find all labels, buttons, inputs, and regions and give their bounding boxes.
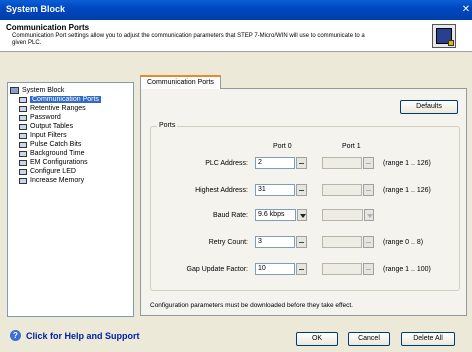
retry-count-label: Retry Count: bbox=[208, 239, 248, 246]
tree-item-communication-ports[interactable]: Communication Ports bbox=[19, 95, 131, 104]
help-icon: ? bbox=[10, 330, 21, 341]
port1-gap-update-factor-spinner bbox=[363, 263, 374, 275]
port1-baud-rate-dropdown-icon bbox=[364, 209, 374, 221]
tree-item-label: Output Tables bbox=[30, 123, 74, 130]
port1-retry-count-input bbox=[322, 236, 362, 248]
tree-item-label: Password bbox=[30, 114, 61, 121]
ok-button[interactable]: OK bbox=[296, 332, 338, 346]
port1-plc-address-spinner bbox=[363, 157, 374, 169]
port0-baud-rate-select[interactable]: 9.6 kbps bbox=[255, 209, 296, 221]
port0-baud-rate-dropdown-icon[interactable] bbox=[297, 209, 307, 221]
tree-item-label: Retentive Ranges bbox=[30, 105, 86, 112]
tree-root[interactable]: System Block bbox=[10, 86, 131, 95]
tree-item-configure-led[interactable]: Configure LED bbox=[19, 167, 131, 176]
footer: ? Click for Help and Support OK Cancel D… bbox=[0, 321, 472, 352]
window-title: System Block bbox=[6, 4, 66, 14]
delete-all-button[interactable]: Delete All bbox=[401, 332, 455, 346]
folder-icon bbox=[19, 159, 27, 166]
port1-retry-count-spinner bbox=[363, 236, 374, 248]
gap-update-factor-label: Gap Update Factor: bbox=[186, 266, 248, 273]
tree-item-label: Background Time bbox=[30, 150, 85, 157]
port0-plc-address-spinner[interactable] bbox=[296, 157, 307, 169]
folder-icon bbox=[19, 141, 27, 148]
folder-icon bbox=[19, 177, 27, 184]
tree-item-pulse-catch-bits[interactable]: Pulse Catch Bits bbox=[19, 140, 131, 149]
folder-icon bbox=[19, 132, 27, 139]
folder-icon bbox=[19, 123, 27, 130]
header-description: Communication Port settings allow you to… bbox=[12, 33, 365, 46]
tree-item-output-tables[interactable]: Output Tables bbox=[19, 122, 131, 131]
plc-module-icon bbox=[432, 24, 456, 48]
defaults-button[interactable]: Defaults bbox=[400, 100, 458, 114]
port0-header: Port 0 bbox=[273, 143, 292, 150]
highest-address-label: Highest Address: bbox=[195, 187, 248, 194]
system-block-icon bbox=[10, 87, 19, 94]
folder-icon bbox=[19, 150, 27, 157]
help-link[interactable]: ? Click for Help and Support bbox=[10, 330, 140, 341]
tree-item-label: Increase Memory bbox=[30, 177, 85, 184]
tree-item-retentive-ranges[interactable]: Retentive Ranges bbox=[19, 104, 131, 113]
tree-item-increase-memory[interactable]: Increase Memory bbox=[19, 176, 131, 185]
baud-rate-label: Baud Rate: bbox=[212, 212, 248, 219]
port0-gap-update-factor-spinner[interactable] bbox=[296, 263, 307, 275]
dialog-header: Communication Ports Communication Port s… bbox=[0, 20, 472, 52]
port1-baud-rate-select bbox=[322, 209, 363, 221]
port1-plc-address-input bbox=[322, 157, 362, 169]
header-title: Communication Ports bbox=[6, 23, 90, 32]
tree-item-password[interactable]: Password bbox=[19, 113, 131, 122]
port1-header: Port 1 bbox=[342, 143, 361, 150]
port1-highest-address-spinner bbox=[363, 184, 374, 196]
port0-plc-address-input[interactable]: 2 bbox=[255, 157, 295, 169]
tree-item-label: Configure LED bbox=[30, 168, 76, 175]
plc-address-range: (range 1 .. 126) bbox=[383, 160, 431, 167]
folder-icon bbox=[19, 168, 27, 175]
tree-item-label: EM Configurations bbox=[30, 159, 88, 166]
port0-highest-address-input[interactable]: 31 bbox=[255, 184, 295, 196]
cancel-button[interactable]: Cancel bbox=[348, 332, 390, 346]
plc-address-label: PLC Address: bbox=[205, 160, 248, 167]
tree-item-label: Communication Ports bbox=[30, 96, 101, 103]
folder-icon bbox=[19, 105, 27, 112]
port1-highest-address-input bbox=[322, 184, 362, 196]
highest-address-range: (range 1 .. 126) bbox=[383, 187, 431, 194]
tree-item-em-configurations[interactable]: EM Configurations bbox=[19, 158, 131, 167]
tree-item-label: Pulse Catch Bits bbox=[30, 141, 82, 148]
title-bar: System Block ✕ bbox=[0, 0, 472, 20]
tree-item-background-time[interactable]: Background Time bbox=[19, 149, 131, 158]
port1-gap-update-factor-input bbox=[322, 263, 362, 275]
tab-communication-ports[interactable]: Communication Ports bbox=[140, 75, 221, 89]
port0-retry-count-spinner[interactable] bbox=[296, 236, 307, 248]
port0-gap-update-factor-input[interactable]: 10 bbox=[255, 263, 295, 275]
download-note: Configuration parameters must be downloa… bbox=[150, 302, 353, 309]
port0-retry-count-input[interactable]: 3 bbox=[255, 236, 295, 248]
close-icon[interactable]: ✕ bbox=[460, 3, 472, 17]
tree-item-label: Input Filters bbox=[30, 132, 67, 139]
tree-root-label: System Block bbox=[22, 87, 65, 94]
port0-highest-address-spinner[interactable] bbox=[296, 184, 307, 196]
retry-count-range: (range 0 .. 8) bbox=[383, 239, 424, 246]
tree-item-input-filters[interactable]: Input Filters bbox=[19, 131, 131, 140]
ports-group-label: Ports bbox=[157, 122, 178, 129]
folder-icon bbox=[19, 96, 27, 103]
help-link-label: Click for Help and Support bbox=[26, 330, 140, 341]
folder-icon bbox=[19, 114, 27, 121]
gap-update-factor-range: (range 1 .. 100) bbox=[383, 266, 431, 273]
system-block-tree: System Block Communication Ports Retenti… bbox=[7, 82, 134, 317]
